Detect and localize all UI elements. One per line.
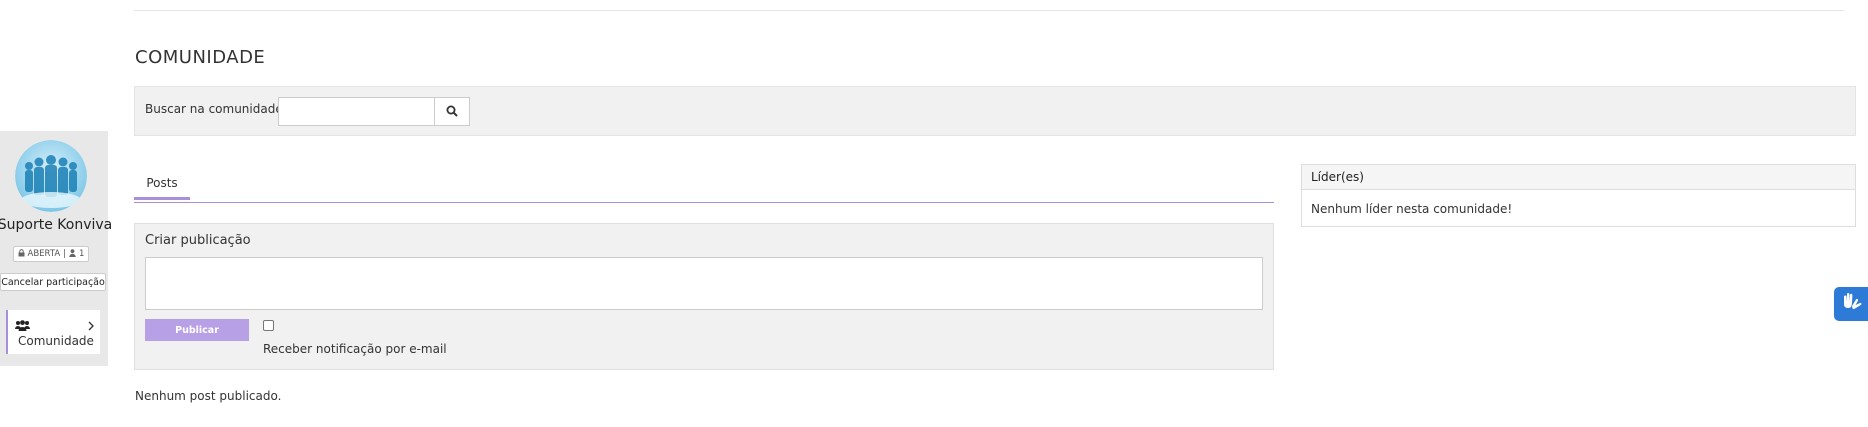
- search-input[interactable]: [278, 97, 435, 126]
- status-text: ABERTA: [27, 249, 61, 259]
- post-textarea[interactable]: [145, 257, 1263, 310]
- sidebar-item-label: Comunidade: [18, 334, 94, 348]
- accessibility-button[interactable]: [1834, 287, 1868, 321]
- status-badge: ABERTA | 1: [13, 246, 89, 262]
- content-tabs: Posts: [134, 168, 1274, 203]
- sidebar-item-community[interactable]: Comunidade: [6, 310, 100, 354]
- community-avatar: [15, 140, 87, 212]
- leaders-empty-message: Nenhum líder nesta comunidade!: [1311, 202, 1513, 216]
- sign-language-icon: [1840, 292, 1862, 316]
- member-count: 1: [79, 249, 85, 259]
- chevron-right-icon: [88, 316, 94, 335]
- lock-icon: [18, 248, 25, 260]
- search-icon: [446, 102, 458, 121]
- publish-button[interactable]: Publicar: [145, 319, 249, 341]
- create-post-title: Criar publicação: [145, 233, 251, 248]
- status-separator: |: [63, 249, 67, 259]
- search-label: Buscar na comunidade:: [145, 102, 287, 116]
- leaders-panel: Líder(es) Nenhum líder nesta comunidade!: [1301, 164, 1856, 227]
- user-icon: [69, 248, 76, 260]
- tab-posts[interactable]: Posts: [134, 168, 190, 200]
- search-bar: Buscar na comunidade:: [134, 86, 1856, 136]
- search-button[interactable]: [434, 97, 470, 126]
- page-title: COMUNIDADE: [135, 47, 266, 68]
- create-post-panel: Criar publicação Publicar Receber notifi…: [134, 223, 1274, 370]
- empty-posts-message: Nenhum post publicado.: [135, 389, 282, 403]
- leave-community-button[interactable]: Cancelar participação: [0, 273, 106, 291]
- email-notification-label: Receber notificação por e-mail: [263, 342, 447, 356]
- email-notification-checkbox[interactable]: [263, 320, 274, 331]
- group-icon: [15, 316, 30, 335]
- community-name: Suporte Konviva: [0, 217, 113, 233]
- leaders-title: Líder(es): [1302, 165, 1855, 190]
- top-divider: [134, 10, 1844, 11]
- community-profile-card: Suporte Konviva ABERTA | 1 Cancelar part…: [0, 131, 112, 366]
